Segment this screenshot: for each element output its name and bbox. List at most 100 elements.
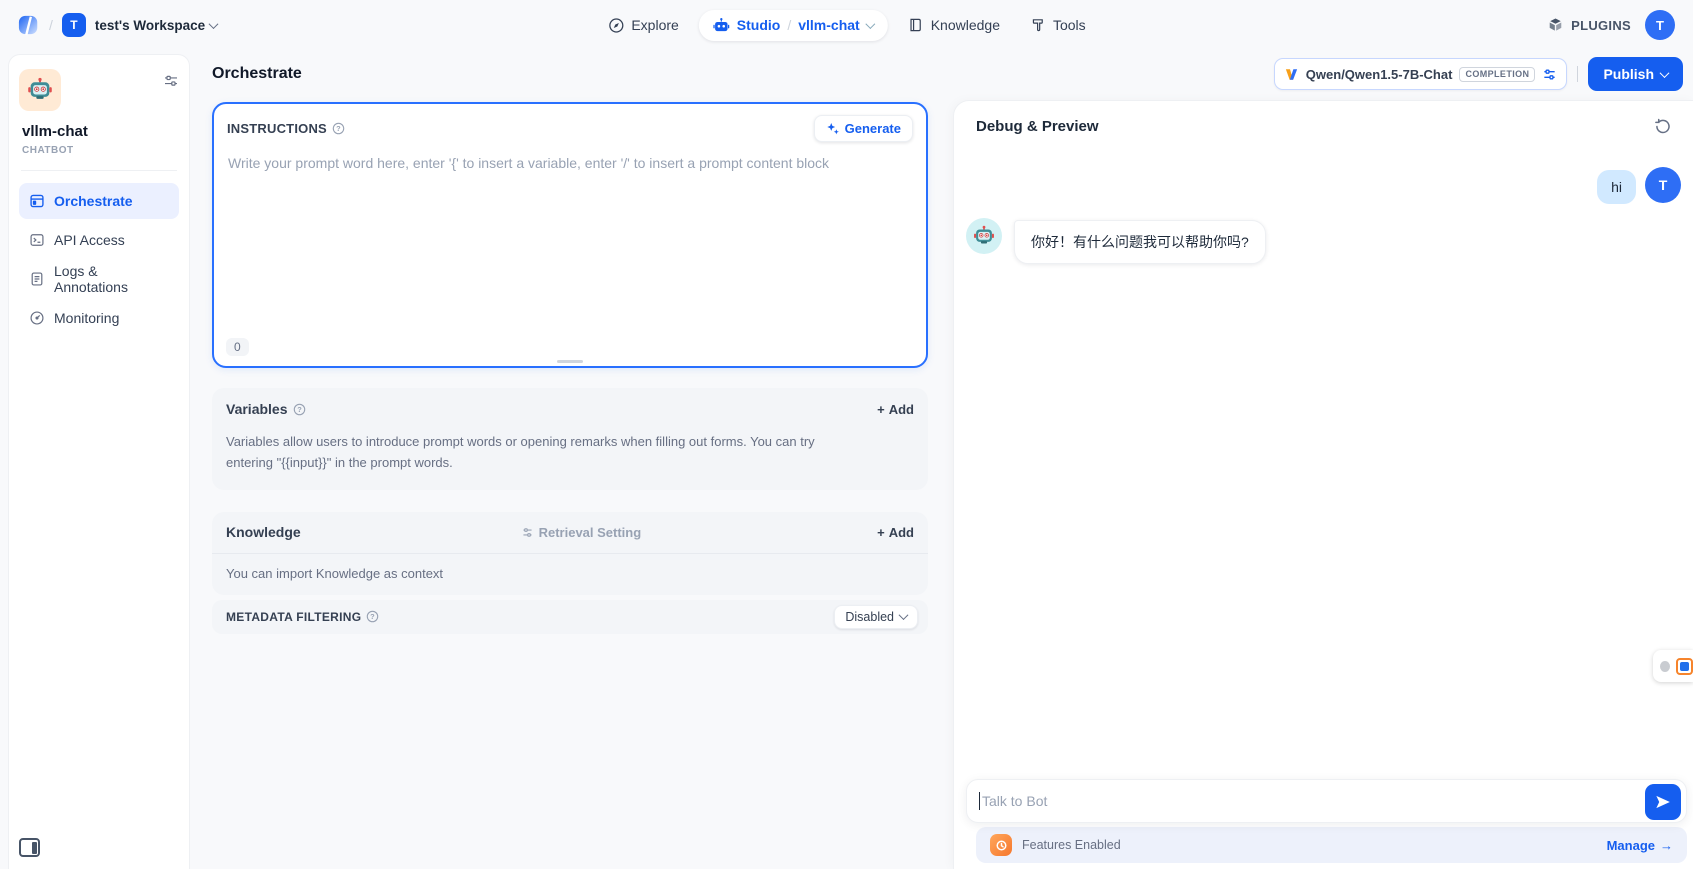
resize-handle[interactable]: [557, 360, 583, 363]
bot-message-bubble: 你好！有什么问题我可以帮助你吗?: [1014, 220, 1266, 264]
arrow-right-icon: →: [1660, 838, 1673, 853]
metadata-filtering-value: Disabled: [845, 610, 894, 624]
info-icon[interactable]: ?: [366, 610, 379, 623]
chat-input-container: [966, 779, 1687, 823]
model-settings-icon[interactable]: [1542, 67, 1557, 82]
text-caret: [979, 792, 980, 810]
svg-text:?: ?: [297, 405, 302, 414]
publish-label: Publish: [1603, 66, 1654, 82]
send-icon: [1654, 793, 1672, 811]
workspace-avatar[interactable]: T: [62, 13, 86, 37]
retrieval-setting-button[interactable]: Retrieval Setting: [521, 525, 642, 540]
chat-input[interactable]: [982, 793, 1636, 809]
book-icon: [908, 17, 924, 33]
info-icon[interactable]: ?: [332, 122, 345, 135]
plus-icon: +: [877, 525, 885, 540]
restart-conversation-icon[interactable]: [1654, 118, 1671, 135]
user-avatar[interactable]: T: [1645, 10, 1675, 40]
features-bar: Features Enabled Manage →: [976, 827, 1687, 863]
chat-bottom-area: Features Enabled Manage →: [966, 779, 1687, 863]
divider: [21, 170, 177, 171]
sidebar-item-api-access[interactable]: API Access: [19, 222, 179, 258]
add-knowledge-button[interactable]: + Add: [877, 525, 914, 540]
app-sidebar: vllm-chat CHATBOT Orchestrate API Access…: [8, 54, 190, 869]
retrieval-setting-label: Retrieval Setting: [539, 525, 642, 540]
dify-logo: [18, 14, 40, 36]
gauge-icon: [29, 310, 45, 326]
sidebar-item-monitoring[interactable]: Monitoring: [19, 300, 179, 336]
extension-badge-icon: [1676, 658, 1693, 675]
plugins-box-icon: [1547, 17, 1564, 34]
nav-tools[interactable]: Tools: [1020, 10, 1096, 40]
svg-text:?: ?: [336, 124, 341, 133]
breadcrumb-separator: /: [49, 17, 53, 33]
nav-app-crumb: vllm-chat: [798, 17, 859, 33]
bot-chat-avatar: [966, 218, 1002, 254]
variables-description: Variables allow users to introduce promp…: [212, 430, 928, 476]
variables-header: Variables ? + Add: [212, 388, 928, 430]
add-variable-button[interactable]: + Add: [877, 402, 914, 417]
sidebar-item-label: Monitoring: [54, 310, 119, 326]
char-count-badge: 0: [226, 338, 249, 356]
knowledge-title: Knowledge: [226, 524, 301, 540]
manage-label: Manage: [1607, 838, 1655, 853]
explore-icon: [607, 17, 624, 34]
collapse-sidebar-icon[interactable]: [19, 838, 40, 857]
generate-button[interactable]: Generate: [814, 115, 913, 142]
info-icon[interactable]: ?: [293, 403, 306, 416]
workspace-name: test's Workspace: [95, 18, 205, 33]
app-root: / T test's Workspace Explore Studio / vl…: [0, 0, 1693, 869]
metadata-filtering-select[interactable]: Disabled: [834, 605, 918, 629]
features-label: Features Enabled: [1022, 838, 1121, 852]
chat-message-bot: 你好！有什么问题我可以帮助你吗?: [966, 210, 1681, 272]
model-mode-badge: COMPLETION: [1459, 67, 1535, 82]
user-chat-avatar: T: [1645, 167, 1681, 203]
orchestrate-config: INSTRUCTIONS ? Generate Write your promp…: [212, 102, 928, 634]
manage-features-link[interactable]: Manage →: [1607, 838, 1673, 853]
send-button[interactable]: [1645, 784, 1681, 820]
nav-tools-label: Tools: [1053, 17, 1086, 33]
sidebar-item-orchestrate[interactable]: Orchestrate: [19, 183, 179, 219]
model-selector[interactable]: Qwen/Qwen1.5-7B-Chat COMPLETION: [1274, 58, 1568, 90]
robot-icon: [713, 17, 730, 34]
knowledge-description: You can import Knowledge as context: [212, 554, 928, 595]
workspace-selector[interactable]: test's Workspace: [95, 18, 217, 33]
plus-icon: +: [877, 402, 885, 417]
nav-explore[interactable]: Explore: [597, 10, 688, 41]
page-title: Orchestrate: [212, 65, 302, 83]
chat-message-list: hi T 你好！有什么问题我可以帮助你吗?: [954, 155, 1693, 717]
generate-label: Generate: [845, 121, 901, 136]
variables-panel: Variables ? + Add Variables allow users …: [212, 388, 928, 490]
nav-knowledge[interactable]: Knowledge: [898, 10, 1010, 40]
chevron-down-icon: [1660, 68, 1670, 78]
browser-extension-overlay[interactable]: [1653, 650, 1693, 682]
chevron-down-icon: [899, 610, 909, 620]
orchestrate-icon: [29, 193, 45, 209]
workspace-area: / T test's Workspace: [18, 13, 217, 37]
instructions-title-row: INSTRUCTIONS ?: [227, 121, 345, 136]
crumb-separator: /: [787, 17, 791, 33]
app-avatar: [19, 69, 61, 111]
metadata-filtering-row: METADATA FILTERING ? Disabled: [212, 600, 928, 634]
svg-text:?: ?: [370, 612, 375, 621]
app-settings-icon[interactable]: [163, 73, 179, 94]
nav-knowledge-label: Knowledge: [931, 17, 1000, 33]
sidebar-item-label: Orchestrate: [54, 193, 133, 209]
nav-studio-label: Studio: [737, 17, 781, 33]
nav-studio-active[interactable]: Studio / vllm-chat: [699, 10, 888, 41]
model-name: Qwen/Qwen1.5-7B-Chat: [1306, 67, 1453, 82]
plugins-label: PLUGINS: [1571, 18, 1631, 33]
chat-message-user: hi T: [966, 161, 1681, 210]
terminal-icon: [29, 232, 45, 248]
features-icon: [990, 834, 1012, 856]
instructions-panel: INSTRUCTIONS ? Generate Write your promp…: [212, 102, 928, 368]
toolbar-right: Qwen/Qwen1.5-7B-Chat COMPLETION Publish: [1274, 57, 1683, 91]
sidebar-item-label: API Access: [54, 232, 125, 248]
plugins-button[interactable]: PLUGINS: [1547, 17, 1631, 34]
retrieval-sliders-icon: [521, 526, 534, 539]
sidebar-item-logs-annotations[interactable]: Logs & Annotations: [19, 261, 179, 297]
metadata-filtering-title: METADATA FILTERING: [226, 610, 361, 624]
prompt-editor[interactable]: Write your prompt word here, enter '{' t…: [214, 146, 926, 180]
header-right: PLUGINS T: [1547, 10, 1675, 40]
publish-button[interactable]: Publish: [1588, 57, 1683, 91]
